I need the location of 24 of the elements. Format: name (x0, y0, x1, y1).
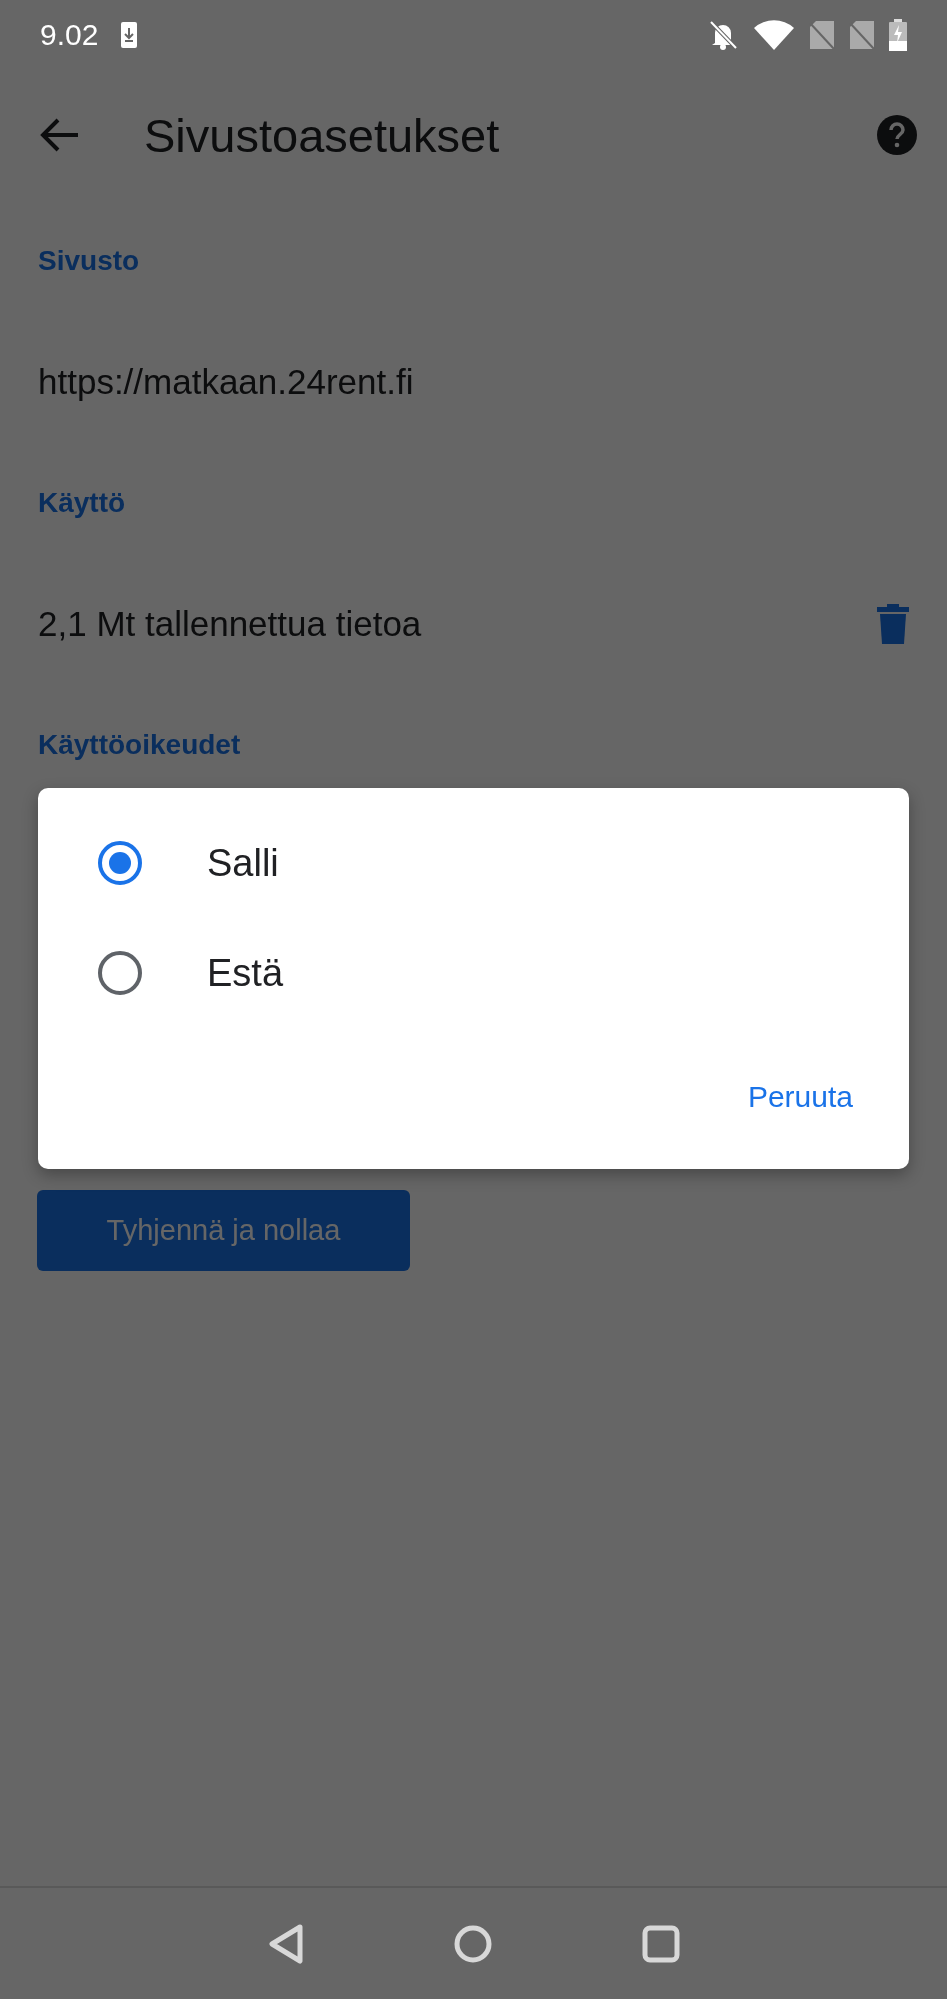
no-sim-icon (849, 20, 875, 50)
radio-button[interactable] (97, 950, 143, 996)
wifi-icon (753, 19, 795, 51)
section-header: Käyttöoikeudet (38, 728, 241, 761)
back-arrow-icon[interactable] (40, 117, 80, 153)
option-label[interactable]: Estä (207, 951, 284, 995)
clock: 9.02 (40, 18, 99, 52)
recents-icon[interactable] (641, 1924, 680, 1963)
help-icon[interactable] (877, 115, 917, 155)
home-icon[interactable] (453, 1924, 492, 1963)
no-sim-icon (809, 20, 835, 50)
download-icon (120, 21, 139, 49)
back-icon[interactable] (267, 1923, 304, 1964)
section-header: Käyttö (38, 486, 126, 519)
battery-charging-icon (889, 19, 907, 51)
site-url: https://matkaan.24rent.fi (38, 361, 414, 402)
cancel-button[interactable]: Peruuta (735, 1070, 865, 1124)
page-title: Sivustoasetukset (144, 107, 500, 163)
option-label[interactable]: Salli (207, 841, 279, 885)
bell-off-icon (707, 19, 739, 51)
trash-icon[interactable] (877, 603, 909, 644)
section-header: Sivusto (38, 244, 140, 277)
storage-text: 2,1 Mt tallennettua tietoa (38, 603, 422, 644)
radio-button[interactable] (97, 840, 143, 886)
